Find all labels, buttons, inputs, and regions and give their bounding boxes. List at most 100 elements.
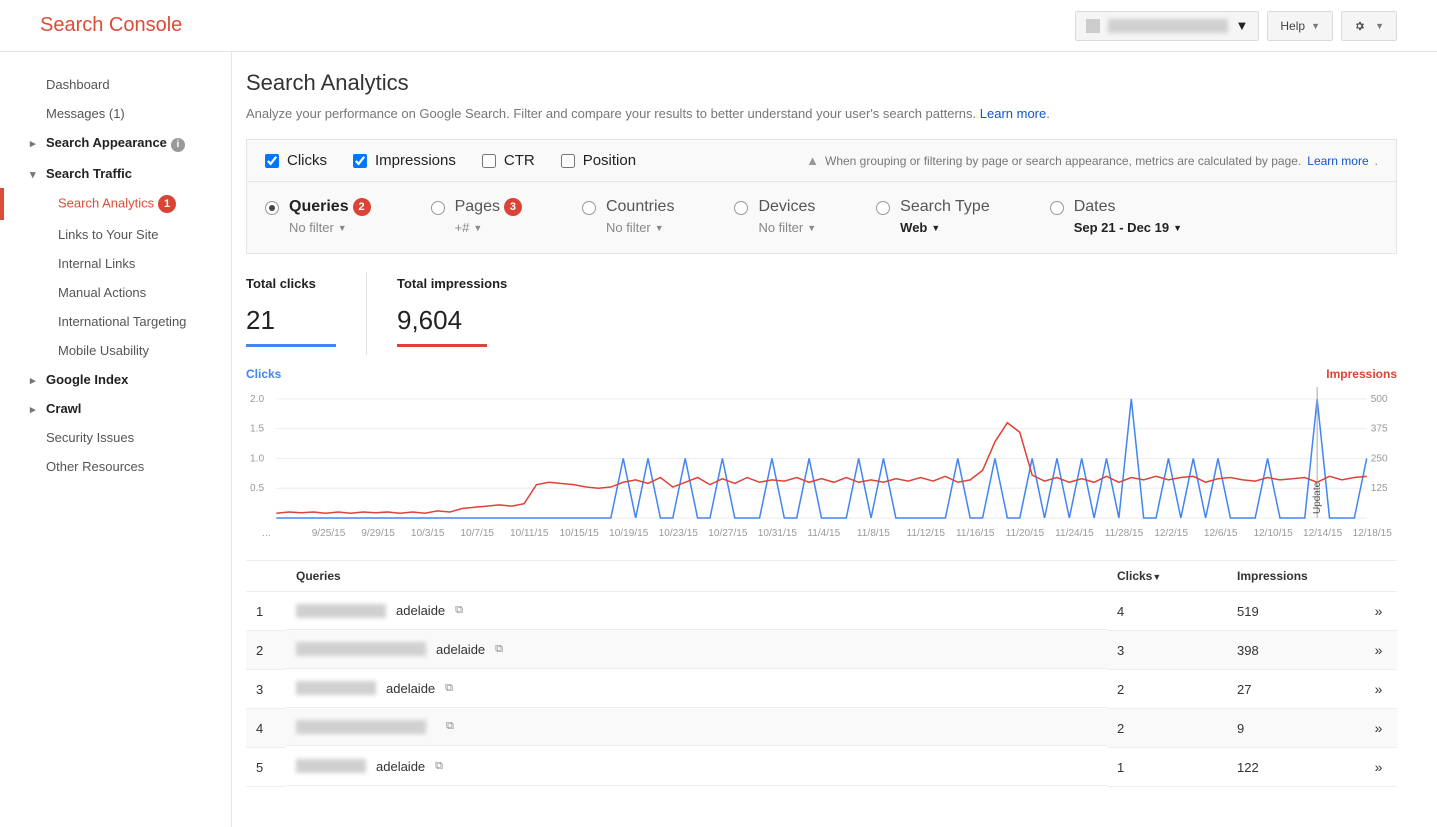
dimension-item[interactable]: DevicesNo filter▼ xyxy=(734,198,816,235)
query-cell[interactable]: adelaide⧉ xyxy=(286,748,1107,786)
svg-text:11/28/15: 11/28/15 xyxy=(1105,528,1144,539)
external-link-icon[interactable]: ⧉ xyxy=(455,604,463,617)
annotation-badge: 1 xyxy=(158,195,176,213)
table-row[interactable]: 2adelaide⧉3398» xyxy=(246,631,1397,670)
sidebar-item[interactable]: ▸Google Index xyxy=(0,365,231,394)
sidebar-item[interactable]: ▸Crawl xyxy=(0,394,231,423)
sidebar-item[interactable]: Internal Links xyxy=(0,249,231,278)
sidebar-item[interactable]: Links to Your Site xyxy=(0,220,231,249)
row-expand[interactable]: » xyxy=(1357,709,1397,748)
dimension-filter[interactable]: No filter ▼ xyxy=(758,220,816,235)
row-expand[interactable]: » xyxy=(1357,631,1397,670)
dimension-filter[interactable]: Sep 21 - Dec 19▼ xyxy=(1074,220,1182,235)
learn-more-link[interactable]: Learn more xyxy=(1307,154,1368,168)
page-subtitle: Analyze your performance on Google Searc… xyxy=(246,106,1397,121)
query-cell[interactable]: adelaide⧉ xyxy=(286,631,1107,669)
metric-label: Position xyxy=(583,152,636,169)
sidebar-item-label: Other Resources xyxy=(46,459,144,474)
total-impressions-value: 9,604 xyxy=(397,305,507,336)
sidebar-item[interactable]: Messages (1) xyxy=(0,99,231,128)
sidebar-item[interactable]: International Targeting xyxy=(0,307,231,336)
col-queries[interactable]: Queries xyxy=(286,561,1107,592)
table-row[interactable]: 1adelaide⧉4519» xyxy=(246,592,1397,631)
settings-button[interactable]: ▼ xyxy=(1341,11,1397,41)
dimension-item[interactable]: Dates Sep 21 - Dec 19▼ xyxy=(1050,198,1182,235)
gear-icon xyxy=(1354,19,1365,33)
dimension-item[interactable]: CountriesNo filter▼ xyxy=(582,198,674,235)
sidebar-item[interactable]: Search Analytics1 xyxy=(0,188,231,220)
sidebar-item-label: Manual Actions xyxy=(58,285,146,300)
radio-icon[interactable] xyxy=(582,201,596,215)
sidebar-item[interactable]: Other Resources xyxy=(0,452,231,481)
query-cell[interactable]: ⧉ xyxy=(286,709,1107,746)
sidebar-item[interactable]: ▾Search Traffic xyxy=(0,159,231,188)
row-expand[interactable]: » xyxy=(1357,592,1397,631)
dimension-filter[interactable]: Web▼ xyxy=(900,220,990,235)
dimension-filter[interactable]: +#▼ xyxy=(455,220,522,235)
app-title[interactable]: Search Console xyxy=(40,14,182,37)
dimension-filter[interactable]: No filter▼ xyxy=(289,220,371,235)
radio-icon[interactable] xyxy=(1050,201,1064,215)
total-clicks-label: Total clicks xyxy=(246,276,336,291)
col-clicks[interactable]: Clicks▼ xyxy=(1107,561,1227,592)
external-link-icon[interactable]: ⧉ xyxy=(446,720,454,733)
sidebar-item-label: Security Issues xyxy=(46,430,134,445)
radio-icon[interactable] xyxy=(734,201,748,215)
table-row[interactable]: 4⧉29» xyxy=(246,709,1397,748)
svg-text:12/14/15: 12/14/15 xyxy=(1303,528,1343,539)
dimension-item[interactable]: Search TypeWeb▼ xyxy=(876,198,990,235)
checkbox[interactable] xyxy=(482,154,496,168)
dimension-item[interactable]: Pages3+#▼ xyxy=(431,198,522,235)
sidebar-item[interactable]: ▸Search Appearancei xyxy=(0,128,231,159)
queries-table: Queries Clicks▼ Impressions 1adelaide⧉45… xyxy=(246,560,1397,787)
query-cell[interactable]: adelaide⧉ xyxy=(286,670,1107,708)
clicks-cell: 4 xyxy=(1107,592,1227,631)
sidebar-item[interactable]: Security Issues xyxy=(0,423,231,452)
sidebar-item[interactable]: Dashboard xyxy=(0,70,231,99)
metric-note-text: When grouping or filtering by page or se… xyxy=(825,154,1301,168)
radio-icon[interactable] xyxy=(431,201,445,215)
row-expand[interactable]: » xyxy=(1357,670,1397,709)
svg-text:11/20/15: 11/20/15 xyxy=(1006,528,1045,539)
legend-clicks: Clicks xyxy=(246,367,281,381)
sidebar-item[interactable]: Manual Actions xyxy=(0,278,231,307)
dimension-filter-label: No filter xyxy=(758,220,803,235)
row-expand[interactable]: » xyxy=(1357,748,1397,787)
property-selector[interactable]: ▼ xyxy=(1075,11,1260,41)
sidebar-item-label: Search Appearance xyxy=(46,135,167,150)
impressions-cell: 9 xyxy=(1227,709,1357,748)
dimension-filter-label: No filter xyxy=(606,220,651,235)
col-impressions[interactable]: Impressions xyxy=(1227,561,1357,592)
dimension-filter-label: Web xyxy=(900,220,927,235)
learn-more-link[interactable]: Learn more xyxy=(980,106,1046,121)
metric-checkbox[interactable]: Position xyxy=(561,152,636,169)
total-clicks-card: Total clicks 21 xyxy=(246,272,367,355)
radio-icon[interactable] xyxy=(265,201,279,215)
checkbox[interactable] xyxy=(265,154,279,168)
header: Search Console ▼ Help ▼ ▼ xyxy=(0,0,1437,52)
sidebar-item-label: Search Traffic xyxy=(46,166,132,181)
help-button[interactable]: Help ▼ xyxy=(1267,11,1333,41)
metric-checkbox[interactable]: CTR xyxy=(482,152,535,169)
radio-icon[interactable] xyxy=(876,201,890,215)
dimension-filter[interactable]: No filter▼ xyxy=(606,220,674,235)
checkbox[interactable] xyxy=(353,154,367,168)
chevron-right-icon: » xyxy=(1375,603,1380,619)
dimension-item[interactable]: Queries2No filter▼ xyxy=(265,198,371,235)
svg-text:125: 125 xyxy=(1371,484,1388,495)
caret-down-icon: ▼ xyxy=(807,223,816,233)
dimension-label: Dates xyxy=(1074,198,1182,216)
legend-impressions: Impressions xyxy=(1326,367,1397,381)
svg-text:11/24/15: 11/24/15 xyxy=(1055,528,1094,539)
table-row[interactable]: 5adelaide⧉1122» xyxy=(246,748,1397,787)
query-cell[interactable]: adelaide⧉ xyxy=(286,592,1107,630)
checkbox[interactable] xyxy=(561,154,575,168)
sidebar-item[interactable]: Mobile Usability xyxy=(0,336,231,365)
metric-checkbox[interactable]: Clicks xyxy=(265,152,327,169)
metric-checkbox[interactable]: Impressions xyxy=(353,152,456,169)
external-link-icon[interactable]: ⧉ xyxy=(495,643,503,656)
table-row[interactable]: 3adelaide⧉227» xyxy=(246,670,1397,709)
external-link-icon[interactable]: ⧉ xyxy=(435,760,443,773)
filter-panel: ClicksImpressionsCTRPosition ▲ When grou… xyxy=(246,139,1397,254)
external-link-icon[interactable]: ⧉ xyxy=(445,682,453,695)
